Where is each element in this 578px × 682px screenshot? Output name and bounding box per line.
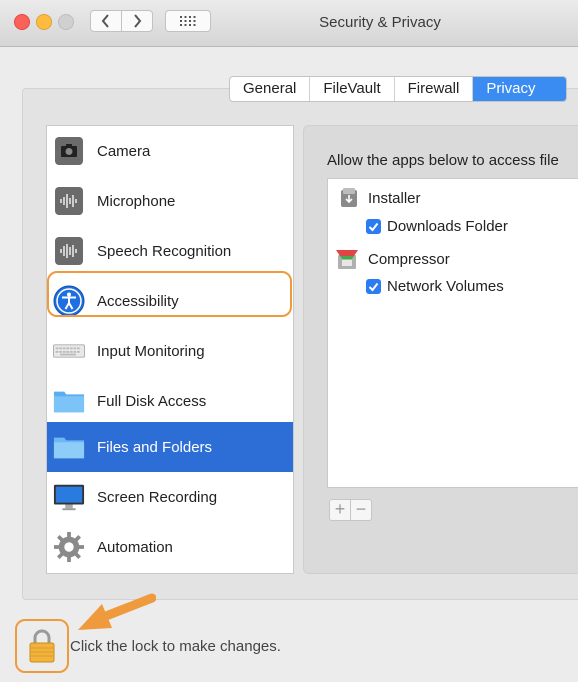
show-all-button[interactable] bbox=[165, 10, 211, 32]
sidebar-item-label: Screen Recording bbox=[97, 488, 218, 506]
compressor-icon bbox=[334, 247, 360, 271]
padlock-icon bbox=[29, 629, 55, 663]
app-name: Installer bbox=[368, 189, 421, 207]
sidebar-item-screen-recording[interactable]: Screen Recording bbox=[47, 472, 293, 522]
lock-instruction-text: Click the lock to make changes. bbox=[70, 638, 281, 655]
permission-row-downloads-folder[interactable]: Downloads Folder bbox=[366, 218, 508, 235]
arrow-pointer-icon bbox=[78, 593, 156, 630]
checkmark-icon bbox=[368, 282, 379, 292]
chevron-right-icon bbox=[134, 14, 142, 28]
app-name: Compressor bbox=[368, 250, 450, 268]
back-button[interactable] bbox=[90, 10, 122, 32]
tab-firewall[interactable]: Firewall bbox=[395, 77, 474, 101]
tab-bar: General FileVault Firewall Privacy bbox=[229, 76, 567, 102]
network-volumes-checkbox[interactable] bbox=[366, 279, 381, 294]
sidebar-item-label: Input Monitoring bbox=[97, 342, 205, 360]
sidebar-item-label: Files and Folders bbox=[97, 438, 213, 456]
accessibility-highlight-ring bbox=[47, 271, 292, 317]
app-permissions-list[interactable]: Installer Downloads Folder Compressor Ne… bbox=[327, 178, 578, 488]
folder-icon bbox=[53, 431, 85, 463]
tab-general[interactable]: General bbox=[230, 77, 311, 101]
sidebar-item-files-and-folders[interactable]: Files and Folders bbox=[47, 422, 293, 472]
lock-button[interactable] bbox=[15, 619, 69, 673]
downloads-folder-checkbox[interactable] bbox=[366, 219, 381, 234]
gear-icon bbox=[53, 531, 85, 563]
sidebar-item-speech-recognition[interactable]: Speech Recognition bbox=[47, 226, 293, 276]
chevron-left-icon bbox=[101, 14, 109, 28]
checkmark-icon bbox=[368, 222, 379, 232]
minimize-window-button[interactable] bbox=[36, 14, 52, 30]
sidebar-item-camera[interactable]: Camera bbox=[47, 126, 293, 176]
permissions-description: Allow the apps below to access file bbox=[327, 152, 559, 169]
permission-label: Network Volumes bbox=[387, 278, 504, 295]
sidebar-item-label: Full Disk Access bbox=[97, 392, 207, 410]
app-row-installer[interactable]: Installer bbox=[338, 187, 421, 209]
sidebar-item-label: Microphone bbox=[97, 192, 176, 210]
keyboard-icon bbox=[53, 335, 85, 367]
display-icon bbox=[53, 481, 85, 513]
remove-app-button[interactable]: − bbox=[350, 499, 372, 521]
app-row-compressor[interactable]: Compressor bbox=[334, 247, 450, 271]
microphone-icon bbox=[53, 185, 85, 217]
add-app-button[interactable]: + bbox=[329, 499, 351, 521]
sidebar-item-full-disk-access[interactable]: Full Disk Access bbox=[47, 376, 293, 426]
camera-icon bbox=[53, 135, 85, 167]
sidebar-item-input-monitoring[interactable]: Input Monitoring bbox=[47, 326, 293, 376]
grid-icon bbox=[180, 16, 196, 26]
sidebar-item-automation[interactable]: Automation bbox=[47, 522, 293, 572]
close-window-button[interactable] bbox=[14, 14, 30, 30]
folder-icon bbox=[53, 385, 85, 417]
waveform-icon bbox=[53, 235, 85, 267]
permission-label: Downloads Folder bbox=[387, 218, 508, 235]
permission-row-network-volumes[interactable]: Network Volumes bbox=[366, 278, 504, 295]
sidebar-item-label: Speech Recognition bbox=[97, 242, 232, 260]
title-bar: Security & Privacy bbox=[0, 0, 578, 47]
zoom-window-button[interactable] bbox=[58, 14, 74, 30]
window-title: Security & Privacy bbox=[319, 14, 441, 31]
tab-filevault[interactable]: FileVault bbox=[310, 77, 395, 101]
installer-icon bbox=[338, 187, 360, 209]
privacy-category-list[interactable]: Camera Microphone Speech Recognition Acc… bbox=[46, 125, 294, 574]
sidebar-item-label: Automation bbox=[97, 538, 173, 556]
sidebar-item-microphone[interactable]: Microphone bbox=[47, 176, 293, 226]
forward-button[interactable] bbox=[121, 10, 153, 32]
sidebar-item-label: Camera bbox=[97, 142, 151, 160]
tab-privacy[interactable]: Privacy bbox=[473, 77, 566, 101]
